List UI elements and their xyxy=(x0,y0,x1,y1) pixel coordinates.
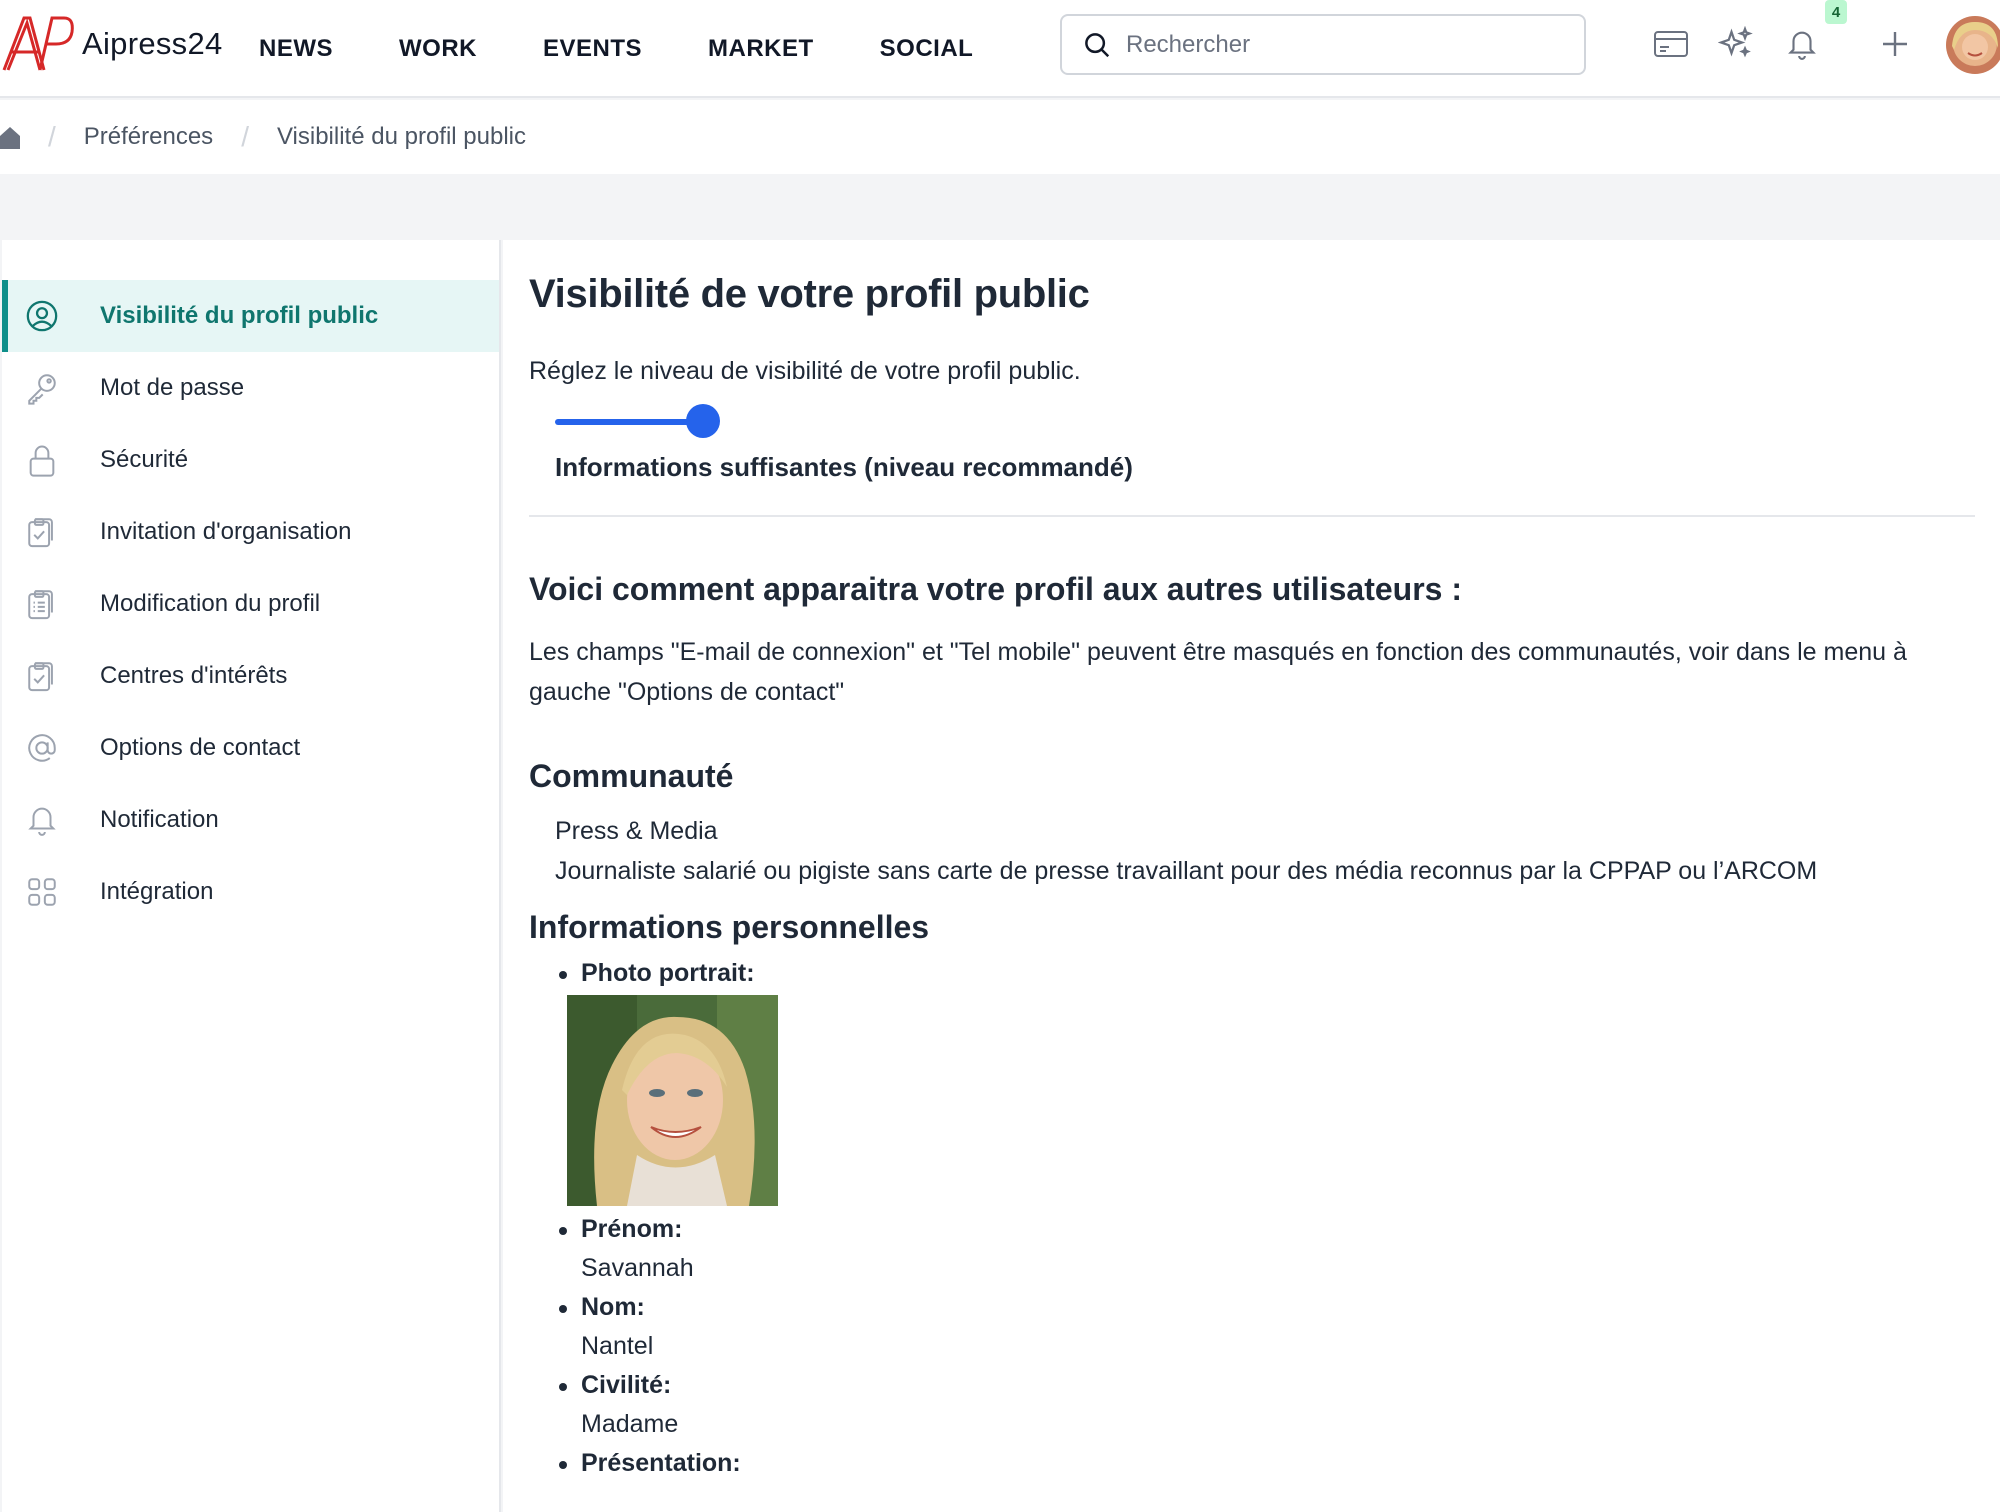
sidebar-item-integration[interactable]: Intégration xyxy=(2,856,499,928)
field-label: Photo portrait: xyxy=(581,959,755,987)
main-nav: NEWS WORK EVENTS MARKET SOCIAL xyxy=(259,0,1039,98)
personal-info-fields: Prénom: Savannah Nom: Nantel Civilité: M… xyxy=(555,1210,2000,1483)
lock-icon xyxy=(24,442,60,478)
settings-sidebar: Visibilité du profil public Mot de passe… xyxy=(2,240,501,1512)
top-bar: Aipress24 NEWS WORK EVENTS MARKET SOCIAL… xyxy=(0,0,2000,98)
breadcrumb-preferences[interactable]: Préférences xyxy=(84,123,213,151)
sidebar-item-interests[interactable]: Centres d'intérêts xyxy=(2,640,499,712)
clipboard-check-icon xyxy=(24,514,60,550)
field-label: Prénom: xyxy=(581,1215,683,1243)
nav-events[interactable]: EVENTS xyxy=(543,35,642,63)
list-item: Prénom: Savannah xyxy=(555,1210,2000,1288)
slider-thumb[interactable] xyxy=(686,404,720,438)
sidebar-item-label: Sécurité xyxy=(100,446,189,473)
aipress-logo-icon xyxy=(2,16,74,71)
sidebar-item-notification[interactable]: Notification xyxy=(2,784,499,856)
visibility-slider[interactable] xyxy=(555,404,767,440)
key-icon xyxy=(24,370,60,406)
plus-icon[interactable] xyxy=(1875,24,1915,64)
main-content: Visibilité de votre profil public Réglez… xyxy=(503,240,2000,1512)
user-circle-icon xyxy=(24,298,60,334)
list-item: Nom: Nantel xyxy=(555,1288,2000,1366)
sidebar-item-edit-profile[interactable]: Modification du profil xyxy=(2,568,499,640)
search-icon xyxy=(1085,32,1110,57)
field-label: Nom: xyxy=(581,1293,645,1321)
list-item: Présentation: xyxy=(555,1444,2000,1483)
page-band xyxy=(0,174,2000,240)
community-info: Press & Media Journaliste salarié ou pig… xyxy=(555,811,2000,891)
field-value: Savannah xyxy=(581,1254,694,1282)
grid-icon xyxy=(24,874,60,910)
divider xyxy=(529,515,1975,517)
sidebar-item-label: Centres d'intérêts xyxy=(100,662,288,689)
field-label: Présentation: xyxy=(581,1449,741,1477)
nav-work[interactable]: WORK xyxy=(399,35,477,63)
list-item: Civilité: Madame xyxy=(555,1366,2000,1444)
search-box[interactable] xyxy=(1060,14,1586,75)
preview-title: Voici comment apparaitra votre profil au… xyxy=(529,571,1462,607)
clipboard-list-icon xyxy=(24,586,60,622)
community-name: Press & Media xyxy=(555,817,718,845)
nav-news[interactable]: NEWS xyxy=(259,35,333,63)
sidebar-item-label: Visibilité du profil public xyxy=(100,302,379,329)
breadcrumb-separator: / xyxy=(48,121,56,152)
community-description: Journaliste salarié ou pigiste sans cart… xyxy=(555,857,1818,885)
sidebar-item-profile-visibility[interactable]: Visibilité du profil public xyxy=(2,280,499,352)
sidebar-item-label: Options de contact xyxy=(100,734,301,761)
visibility-level-label: Informations suffisantes (niveau recomma… xyxy=(555,452,1133,482)
visibility-description: Réglez le niveau de visibilité de votre … xyxy=(529,357,1081,385)
sidebar-item-password[interactable]: Mot de passe xyxy=(2,352,499,424)
page-title: Visibilité de votre profil public xyxy=(529,272,1090,316)
home-icon[interactable] xyxy=(0,125,20,149)
bell-icon[interactable] xyxy=(1782,24,1822,64)
preview-note: Les champs "E-mail de connexion" et "Tel… xyxy=(529,638,1907,706)
portrait-photo xyxy=(567,995,778,1206)
breadcrumb-separator: / xyxy=(241,121,249,152)
card-icon[interactable] xyxy=(1651,24,1691,64)
field-value: Nantel xyxy=(581,1332,654,1360)
personal-info-list: Photo portrait: xyxy=(555,954,2000,993)
sidebar-item-label: Mot de passe xyxy=(100,374,245,401)
at-sign-icon xyxy=(24,730,60,766)
nav-market[interactable]: MARKET xyxy=(708,35,814,63)
sidebar-item-security[interactable]: Sécurité xyxy=(2,424,499,496)
field-label: Civilité: xyxy=(581,1371,672,1399)
breadcrumb: / Préférences / Visibilité du profil pub… xyxy=(0,100,2000,174)
bell-icon xyxy=(24,802,60,838)
field-value: Madame xyxy=(581,1410,679,1438)
sidebar-item-contact-options[interactable]: Options de contact xyxy=(2,712,499,784)
sparkles-icon[interactable] xyxy=(1716,24,1756,64)
logo-text: Aipress24 xyxy=(82,26,223,61)
breadcrumb-current: Visibilité du profil public xyxy=(276,123,526,150)
sidebar-item-label: Intégration xyxy=(100,878,214,905)
list-item: Photo portrait: xyxy=(555,954,2000,993)
community-heading: Communauté xyxy=(529,758,734,794)
sidebar-item-label: Invitation d'organisation xyxy=(100,518,352,545)
user-avatar[interactable] xyxy=(1946,16,2000,74)
sidebar-item-organisation-invite[interactable]: Invitation d'organisation xyxy=(2,496,499,568)
notification-badge: 4 xyxy=(1825,0,1847,24)
personal-info-heading: Informations personnelles xyxy=(529,909,930,945)
nav-social[interactable]: SOCIAL xyxy=(880,35,974,63)
clipboard-check-icon xyxy=(24,658,60,694)
search-input[interactable] xyxy=(1126,30,1566,59)
logo[interactable]: Aipress24 xyxy=(0,14,223,74)
slider-track xyxy=(555,419,703,425)
sidebar-item-label: Notification xyxy=(100,806,219,833)
sidebar-item-label: Modification du profil xyxy=(100,590,321,617)
